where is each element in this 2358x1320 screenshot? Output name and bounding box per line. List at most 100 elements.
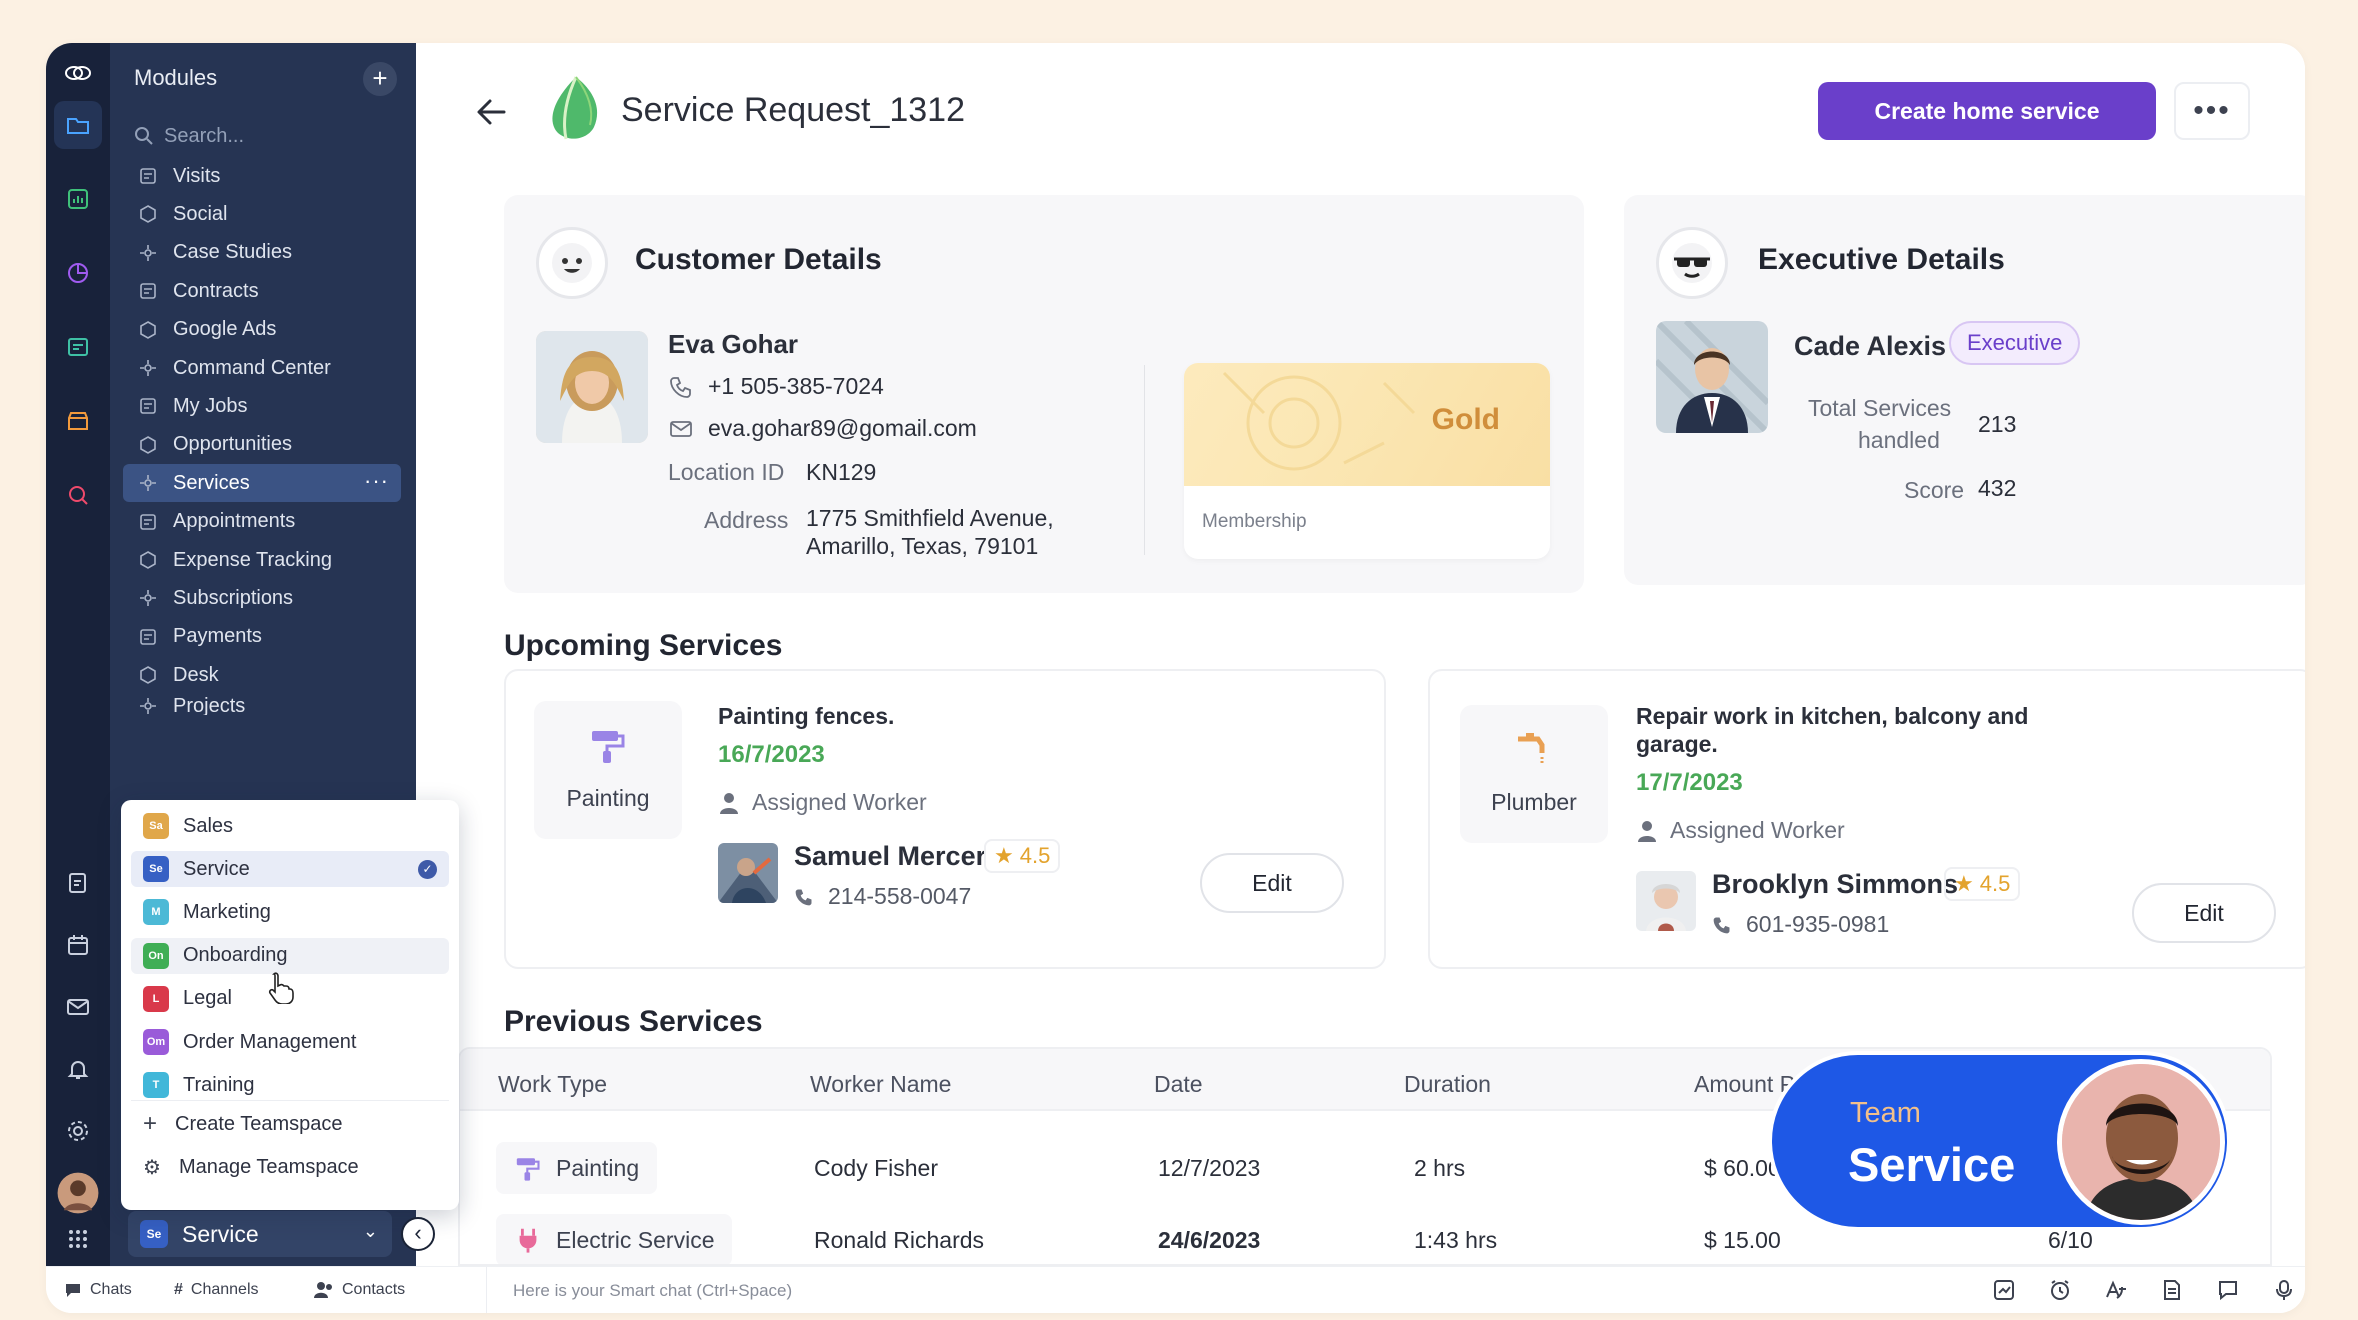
sidebar-item-my-jobs[interactable]: My Jobs — [123, 387, 401, 425]
sidebar-item-desk[interactable]: Desk — [123, 656, 401, 694]
customer-phone[interactable]: +1 505-385-7024 — [708, 373, 884, 400]
folder-icon[interactable] — [54, 101, 102, 149]
work-type-pill: Painting — [496, 1142, 658, 1194]
module-icon — [137, 357, 159, 379]
sidebar-item-label: Subscriptions — [173, 586, 294, 609]
service-title: Painting fences. — [718, 703, 895, 729]
sidebar-item-payments[interactable]: Payments — [123, 618, 401, 656]
worker-name: Ronald Richards — [814, 1227, 985, 1253]
rating-value: 4.5 — [1019, 843, 1051, 868]
teamspace-item-onboarding[interactable]: On Onboarding — [131, 937, 449, 974]
collapse-sidebar-button[interactable]: ‹ — [401, 1217, 435, 1251]
more-options-button[interactable]: ••• — [2174, 82, 2250, 140]
executive-badge: Executive — [1949, 321, 2081, 365]
sidebar-item-appointments[interactable]: Appointments — [123, 503, 401, 541]
sidebar-item-command-center[interactable]: Command Center — [123, 349, 401, 387]
teamspace-item-order-management[interactable]: Om Order Management — [131, 1024, 449, 1060]
sidebar-item-case-studies[interactable]: Case Studies — [123, 234, 401, 272]
module-search-input[interactable]: Search... — [134, 117, 374, 155]
search-analytics-icon[interactable] — [54, 471, 102, 519]
sidebar-item-social[interactable]: Social — [123, 195, 401, 233]
service-title-line-2: garage. — [1636, 731, 1718, 757]
membership-tier: Gold — [1431, 403, 1500, 436]
smart-chat-input[interactable]: Here is your Smart chat (Ctrl+Space) — [513, 1281, 792, 1301]
sidebar-item-label: Projects — [173, 694, 246, 715]
paint-roller-icon — [516, 1158, 540, 1181]
store-icon[interactable] — [54, 397, 102, 445]
sidebar-item-label: Appointments — [173, 510, 296, 533]
teamspace-badge: Se — [143, 856, 169, 883]
sidebar-item-services[interactable]: Services ··· — [123, 464, 401, 503]
manage-teamspace-button[interactable]: ⚙ Manage Teamspace — [131, 1149, 449, 1185]
teamspace-label: Sales — [183, 814, 234, 837]
team-label: Team — [1850, 1097, 1921, 1129]
executive-name: Cade Alexis — [1794, 331, 1947, 361]
sidebar-item-expense-tracking[interactable]: Expense Tracking — [123, 541, 401, 579]
gear-icon[interactable] — [54, 1107, 102, 1155]
more-options-icon[interactable]: ··· — [364, 468, 389, 494]
executive-photo — [1656, 321, 1768, 433]
service-amount: $ 15.00 — [1704, 1227, 1781, 1253]
edit-button[interactable]: Edit — [1200, 853, 1344, 913]
work-type-pill: Electric Service — [496, 1214, 733, 1264]
sidebar-item-subscriptions[interactable]: Subscriptions — [123, 579, 401, 617]
star-icon: ★ — [1954, 871, 1974, 896]
teamspace-badge: On — [143, 942, 169, 969]
teamspace-label: Legal — [183, 987, 232, 1010]
module-icon — [137, 395, 159, 417]
teamspace-item-sales[interactable]: Sa Sales — [131, 808, 449, 844]
contacts-label: Contacts — [342, 1281, 406, 1298]
assigned-worker-label: Assigned Worker — [1670, 817, 1845, 843]
chart-icon[interactable] — [1991, 1277, 2017, 1303]
teamspace-dropdown: Sa Sales Se Service ✓ M Marketing On Onboarding L… — [121, 800, 459, 1210]
create-teamspace-button[interactable]: + Create Teamspace — [131, 1106, 449, 1142]
divider — [486, 1267, 487, 1313]
teamspace-item-training[interactable]: T Training — [131, 1067, 449, 1103]
alarm-icon[interactable] — [2047, 1277, 2073, 1303]
new-note-icon[interactable] — [54, 859, 102, 907]
worker-name: Cody Fisher — [814, 1155, 938, 1181]
teamspace-item-marketing[interactable]: M Marketing — [131, 894, 449, 930]
sidebar-item-google-ads[interactable]: Google Ads — [123, 311, 401, 349]
teamspace-item-service[interactable]: Se Service ✓ — [131, 851, 449, 888]
edit-button[interactable]: Edit — [2132, 883, 2276, 943]
document-icon[interactable] — [2159, 1277, 2185, 1303]
hand-cursor-icon — [268, 972, 294, 1004]
sidebar-item-opportunities[interactable]: Opportunities — [123, 426, 401, 464]
column-header: Duration — [1404, 1071, 1491, 1097]
comment-icon[interactable] — [2215, 1277, 2241, 1303]
chats-button[interactable]: Chats — [64, 1281, 132, 1299]
worker-phone[interactable]: 214-558-0047 — [828, 883, 971, 910]
back-arrow-icon[interactable] — [472, 93, 510, 136]
service-title: Repair work in kitchen, balcony and — [1636, 703, 2029, 729]
create-home-service-button[interactable]: Create home service — [1818, 82, 2156, 140]
membership-card: Gold Membership — [1184, 363, 1550, 559]
user-avatar[interactable] — [54, 1169, 102, 1217]
microphone-icon[interactable] — [2271, 1277, 2297, 1303]
teamspace-switcher[interactable]: Se Service ⌄ — [128, 1211, 392, 1257]
sidebar-item-contracts[interactable]: Contracts — [123, 272, 401, 310]
channels-label: Channels — [190, 1281, 259, 1298]
calendar-icon[interactable] — [54, 921, 102, 969]
contacts-button[interactable]: Contacts — [314, 1281, 405, 1299]
worker-phone[interactable]: 601-935-0981 — [1746, 911, 1889, 938]
sunglasses-icon — [1656, 227, 1728, 299]
notes-icon[interactable] — [54, 323, 102, 371]
translate-icon[interactable] — [2103, 1277, 2129, 1303]
add-module-button[interactable]: + — [363, 62, 397, 96]
phone-icon — [670, 377, 691, 398]
channels-button[interactable]: # Channels — [174, 1281, 259, 1299]
analytics-icon[interactable] — [54, 175, 102, 223]
bell-icon[interactable] — [54, 1045, 102, 1093]
apps-grid-icon[interactable] — [54, 1215, 102, 1263]
sidebar-item-visits[interactable]: Visits — [123, 157, 401, 195]
mail-icon[interactable] — [54, 983, 102, 1031]
sidebar-item-projects[interactable]: Projects — [123, 695, 401, 715]
create-teamspace-label: Create Teamspace — [175, 1112, 343, 1135]
module-icon — [137, 319, 159, 341]
customer-email[interactable]: eva.gohar89@gomail.com — [708, 415, 977, 442]
page-title: Service Request_1312 — [621, 91, 966, 129]
search-icon — [135, 127, 153, 145]
logo-icon[interactable] — [54, 49, 102, 97]
pie-chart-icon[interactable] — [54, 249, 102, 297]
